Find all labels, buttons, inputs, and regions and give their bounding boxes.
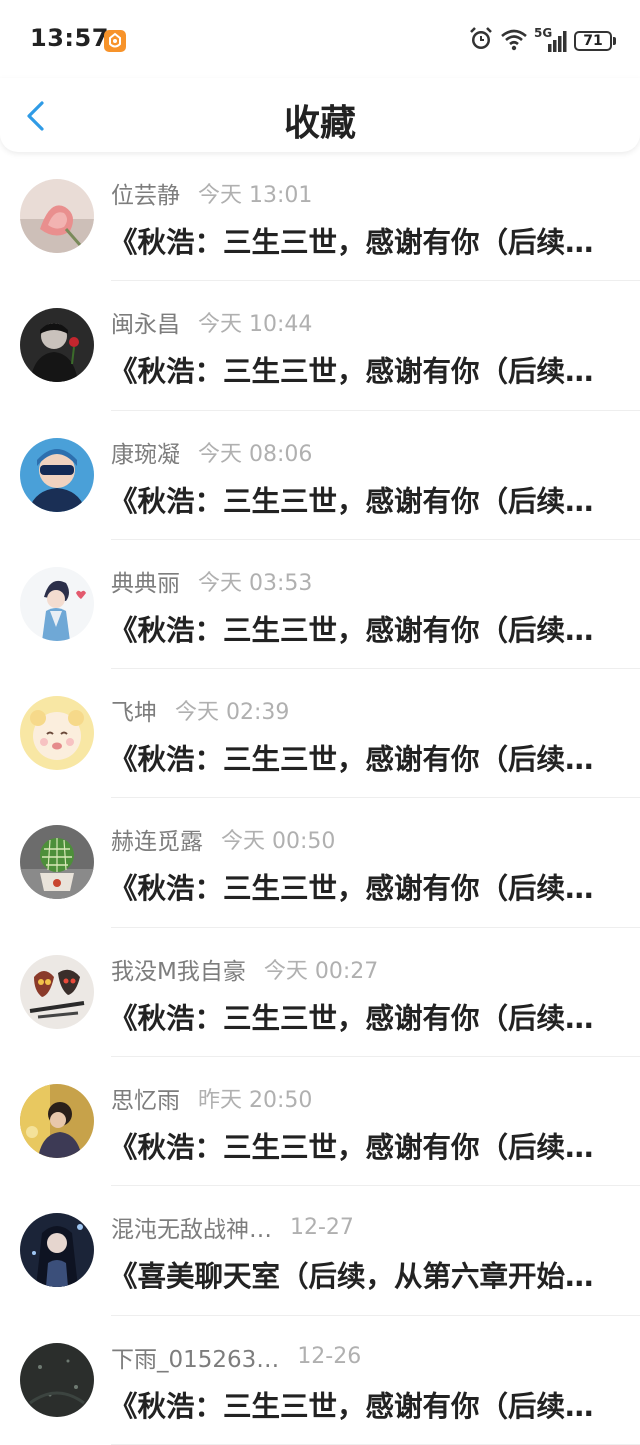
list-item[interactable]: 闽永昌 今天 10:44 《秋浩：三生三世，感谢有你（后续… (0, 281, 640, 411)
masks-weapons-avatar (20, 954, 94, 1029)
list-item[interactable]: 康琬凝 今天 08:06 《秋浩：三生三世，感谢有你（后续… (0, 411, 640, 540)
boy-sunglasses-avatar (20, 437, 94, 512)
battery-icon: 71 (574, 29, 618, 53)
item-author: 闽永昌 (111, 312, 180, 339)
item-title: 《秋浩：三生三世，感谢有你（后续… (109, 872, 594, 906)
item-meta: 飞坤 今天 02:39 (111, 695, 290, 727)
cactus-avatar (20, 825, 94, 900)
item-title: 《秋浩：三生三世，感谢有你（后续… (109, 355, 594, 389)
item-author: 位芸静 (111, 183, 180, 209)
dark-rain-avatar (20, 1342, 94, 1417)
signal-icon: 5G (534, 26, 568, 54)
item-meta: 我没M我自豪 今天 00:27 (111, 954, 379, 985)
list-item[interactable]: 典典丽 今天 03:53 《秋浩：三生三世，感谢有你（后续… (0, 540, 640, 670)
item-author: 典典丽 (111, 570, 180, 597)
item-author: 混沌无敌战神… (111, 1217, 272, 1244)
list-item[interactable]: 我没M我自豪 今天 00:27 《秋浩：三生三世，感谢有你（后续… (0, 928, 640, 1058)
item-meta: 思忆雨 昨天 20:50 (111, 1083, 313, 1115)
wifi-icon (500, 27, 528, 55)
app-notification-icon (104, 30, 126, 52)
item-title: 《秋浩：三生三世，感谢有你（后续… (109, 484, 594, 518)
item-time: 今天 13:01 (198, 183, 313, 208)
item-time: 12-27 (290, 1214, 354, 1240)
item-title: 《秋浩：三生三世，感谢有你（后续… (109, 1131, 594, 1165)
item-title: 《秋浩：三生三世，感谢有你（后续… (109, 743, 594, 777)
item-author: 飞坤 (111, 700, 157, 727)
item-time: 今天 10:44 (198, 312, 313, 338)
battery-level: 71 (574, 31, 612, 51)
item-meta: 康琬凝 今天 08:06 (111, 437, 313, 468)
item-meta: 位芸静 今天 13:01 (111, 178, 313, 209)
rose-flower-avatar (20, 179, 94, 253)
list-item[interactable]: 下雨_015263… 12-26 《秋浩：三生三世，感谢有你（后续… (0, 1316, 640, 1445)
list-item[interactable]: 混沌无敌战神… 12-27 《喜美聊天室（后续，从第六章开始… (0, 1186, 640, 1316)
item-meta: 混沌无敌战神… 12-27 (111, 1212, 354, 1244)
item-time: 12-26 (297, 1344, 362, 1370)
item-meta: 赫连觅露 今天 00:50 (111, 824, 336, 856)
item-author: 思忆雨 (111, 1088, 180, 1115)
item-time: 昨天 20:50 (198, 1088, 313, 1114)
status-indicators: 5G 71 (468, 26, 618, 56)
item-author: 我没M我自豪 (111, 958, 246, 985)
item-author: 康琬凝 (111, 441, 180, 468)
girl-photo-avatar (20, 1084, 94, 1159)
alarm-icon (468, 26, 494, 56)
list-item[interactable]: 飞坤 今天 02:39 《秋浩：三生三世，感谢有你（后续… (0, 669, 640, 799)
item-title: 《秋浩：三生三世，感谢有你（后续… (109, 1389, 594, 1423)
item-author: 赫连觅露 (111, 829, 203, 856)
item-time: 今天 00:27 (263, 958, 379, 984)
item-time: 今天 03:53 (198, 570, 313, 596)
status-bar: 13:57 5G 71 (0, 0, 640, 78)
nav-bar: 收藏 (0, 78, 640, 152)
status-time: 13:57 (30, 24, 109, 52)
item-meta: 典典丽 今天 03:53 (111, 566, 313, 597)
list-item[interactable]: 赫连觅露 今天 00:50 《秋浩：三生三世，感谢有你（后续… (0, 798, 640, 928)
list-item[interactable]: 思忆雨 昨天 20:50 《秋浩：三生三世，感谢有你（后续… (0, 1057, 640, 1187)
item-time: 今天 08:06 (198, 441, 313, 467)
cartoon-bear-avatar (20, 696, 94, 771)
item-author: 下雨_015263… (111, 1346, 280, 1373)
item-title: 《秋浩：三生三世，感谢有你（后续… (109, 226, 594, 259)
item-meta: 下雨_015263… 12-26 (111, 1342, 362, 1373)
anime-character-avatar (20, 566, 94, 641)
dark-figure-rose-avatar (20, 308, 94, 383)
favorites-list: 位芸静 今天 13:01 《秋浩：三生三世，感谢有你（后续… 闽永昌 今天 10… (0, 152, 640, 1445)
list-item[interactable]: 位芸静 今天 13:01 《秋浩：三生三世，感谢有你（后续… (0, 152, 640, 282)
item-time: 今天 00:50 (221, 829, 336, 855)
item-title: 《秋浩：三生三世，感谢有你（后续… (109, 1001, 594, 1035)
item-title: 《喜美聊天室（后续，从第六章开始… (109, 1260, 594, 1294)
item-title: 《秋浩：三生三世，感谢有你（后续… (109, 613, 594, 647)
item-meta: 闽永昌 今天 10:44 (111, 307, 313, 339)
item-time: 今天 02:39 (175, 700, 290, 726)
battery-tip (613, 37, 616, 45)
fantasy-warrior-avatar (20, 1213, 94, 1288)
page-title: 收藏 (283, 103, 356, 144)
